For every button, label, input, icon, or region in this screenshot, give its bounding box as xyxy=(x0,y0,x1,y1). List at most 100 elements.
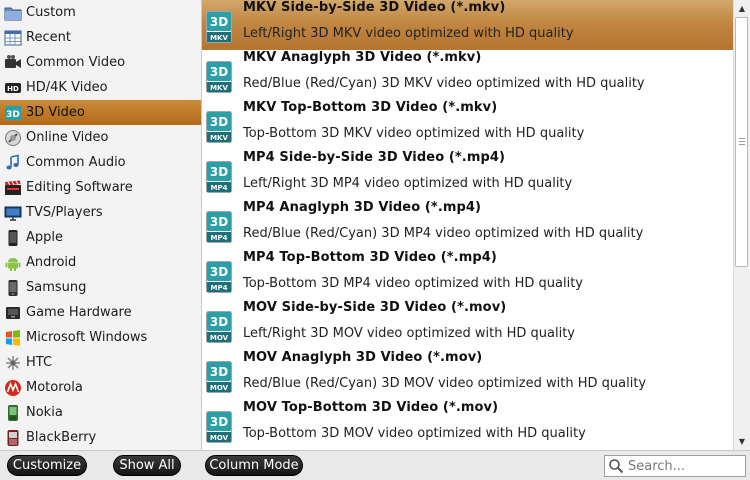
scrollbar-thumb[interactable] xyxy=(735,17,748,267)
category-item-nokia[interactable]: Nokia xyxy=(0,400,201,425)
category-label: Nokia xyxy=(26,405,63,420)
music-note-icon xyxy=(4,154,22,172)
format-title: MOV Anaglyph 3D Video (*.mov) xyxy=(243,350,483,365)
category-label: TVS/Players xyxy=(26,205,103,220)
format-description: Red/Blue (Red/Cyan) 3D MOV video optimiz… xyxy=(243,376,647,391)
windows-logo-icon xyxy=(4,329,22,347)
format-item-4[interactable]: 3D MP4 MP4 Anaglyph 3D Video (*.mp4) Red/Bl… xyxy=(202,200,733,250)
3d-mov-format-icon: 3D MOV xyxy=(206,361,232,393)
tv-icon xyxy=(4,204,22,222)
scroll-up-arrow-icon[interactable]: ▲ xyxy=(734,0,750,16)
format-description: Red/Blue (Red/Cyan) 3D MKV video optimiz… xyxy=(243,76,645,91)
category-label: HD/4K Video xyxy=(26,80,108,95)
category-label: Common Video xyxy=(26,55,126,70)
scroll-down-arrow-icon[interactable]: ▼ xyxy=(734,433,750,449)
category-item-hd-4k-video[interactable]: HD HD/4K Video xyxy=(0,75,201,100)
category-label: Game Hardware xyxy=(26,305,132,320)
column-mode-button[interactable]: Column Mode xyxy=(205,455,303,476)
format-item-2[interactable]: 3D MKV MKV Top-Bottom 3D Video (*.mkv) Top-… xyxy=(202,100,733,150)
format-description: Top-Bottom 3D MP4 video optimized with H… xyxy=(243,276,583,291)
format-title: MOV Top-Bottom 3D Video (*.mov) xyxy=(243,400,499,415)
3d-mov-format-icon: 3D MOV xyxy=(206,311,232,343)
3d-mkv-format-icon: 3D MKV xyxy=(206,11,232,43)
customize-button[interactable]: Customize xyxy=(7,455,87,476)
svg-text:3D: 3D xyxy=(210,165,228,179)
category-item-editing-software[interactable]: Editing Software xyxy=(0,175,201,200)
category-item-tvs-players[interactable]: TVS/Players xyxy=(0,200,201,225)
format-description: Left/Right 3D MKV video optimized with H… xyxy=(243,26,574,41)
category-label: Common Audio xyxy=(26,155,126,170)
svg-text:3D: 3D xyxy=(210,365,228,379)
category-label: BlackBerry xyxy=(26,430,97,445)
format-title: MKV Top-Bottom 3D Video (*.mkv) xyxy=(243,100,498,115)
category-item-microsoft-windows[interactable]: Microsoft Windows xyxy=(0,325,201,350)
category-label: HTC xyxy=(26,355,53,370)
nokia-phone-icon xyxy=(4,404,22,422)
svg-text:MOV: MOV xyxy=(210,384,229,392)
svg-text:3D: 3D xyxy=(210,215,228,229)
grip-icon xyxy=(739,138,745,147)
format-description: Red/Blue (Red/Cyan) 3D MP4 video optimiz… xyxy=(243,226,644,241)
svg-text:HD: HD xyxy=(7,85,19,93)
search-box[interactable] xyxy=(604,455,746,477)
clapperboard-icon xyxy=(4,179,22,197)
blackberry-phone-icon xyxy=(4,429,22,447)
svg-text:3D: 3D xyxy=(210,315,228,329)
3d-mp4-format-icon: 3D MP4 xyxy=(206,161,232,193)
svg-text:3D: 3D xyxy=(210,415,228,429)
format-list: 3D MKV MKV Side-by-Side 3D Video (*.mkv) Le… xyxy=(202,0,733,450)
format-description: Top-Bottom 3D MOV video optimized with H… xyxy=(243,426,586,441)
category-item-recent[interactable]: Recent xyxy=(0,25,201,50)
category-item-apple[interactable]: Apple xyxy=(0,225,201,250)
vertical-scrollbar[interactable]: ▲ ▼ xyxy=(733,0,750,450)
category-item-online-video[interactable]: Online Video xyxy=(0,125,201,150)
bottom-toolbar: Customize Show All Column Mode xyxy=(0,450,750,480)
format-title: MKV Side-by-Side 3D Video (*.mkv) xyxy=(243,0,506,15)
category-item-blackberry[interactable]: BlackBerry xyxy=(0,425,201,450)
category-item-game-hardware[interactable]: Game Hardware xyxy=(0,300,201,325)
category-label: Samsung xyxy=(26,280,87,295)
category-label: Recent xyxy=(26,30,71,45)
category-item-htc[interactable]: HTC xyxy=(0,350,201,375)
search-input[interactable] xyxy=(628,458,738,474)
format-description: Left/Right 3D MOV video optimized with H… xyxy=(243,326,576,341)
format-item-0[interactable]: 3D MKV MKV Side-by-Side 3D Video (*.mkv) Le… xyxy=(202,0,733,50)
3d-mkv-format-icon: 3D MKV xyxy=(206,111,232,143)
3d-icon: 3D xyxy=(4,104,22,122)
format-description: Left/Right 3D MP4 video optimized with H… xyxy=(243,176,573,191)
category-label: Android xyxy=(26,255,77,270)
category-label: Custom xyxy=(26,5,76,20)
svg-text:MP4: MP4 xyxy=(211,284,228,292)
category-item-common-video[interactable]: Common Video xyxy=(0,50,201,75)
search-icon xyxy=(608,458,624,474)
category-item-custom[interactable]: Custom xyxy=(0,0,201,25)
iphone-icon xyxy=(4,229,22,247)
recent-grid-icon xyxy=(4,29,22,47)
category-item-motorola[interactable]: Motorola xyxy=(0,375,201,400)
category-label: Motorola xyxy=(26,380,83,395)
category-item-android[interactable]: Android xyxy=(0,250,201,275)
category-item-3d-video[interactable]: 3D 3D Video xyxy=(0,100,201,125)
format-item-8[interactable]: 3D MOV MOV Top-Bottom 3D Video (*.mov) Top-… xyxy=(202,400,733,450)
format-item-3[interactable]: 3D MP4 MP4 Side-by-Side 3D Video (*.mp4) Le… xyxy=(202,150,733,200)
category-label: 3D Video xyxy=(26,105,85,120)
show-all-button[interactable]: Show All xyxy=(113,455,181,476)
svg-text:3D: 3D xyxy=(210,115,228,129)
format-item-5[interactable]: 3D MP4 MP4 Top-Bottom 3D Video (*.mp4) Top-… xyxy=(202,250,733,300)
format-title: MP4 Side-by-Side 3D Video (*.mp4) xyxy=(243,150,506,165)
format-item-7[interactable]: 3D MOV MOV Anaglyph 3D Video (*.mov) Red/Bl… xyxy=(202,350,733,400)
category-item-common-audio[interactable]: Common Audio xyxy=(0,150,201,175)
category-item-samsung[interactable]: Samsung xyxy=(0,275,201,300)
motorola-logo-icon xyxy=(4,379,22,397)
format-item-1[interactable]: 3D MKV MKV Anaglyph 3D Video (*.mkv) Red/Bl… xyxy=(202,50,733,100)
format-item-6[interactable]: 3D MOV MOV Side-by-Side 3D Video (*.mov) Le… xyxy=(202,300,733,350)
svg-text:MP4: MP4 xyxy=(211,184,228,192)
svg-text:MKV: MKV xyxy=(210,134,228,142)
category-label: Online Video xyxy=(26,130,109,145)
svg-text:MP4: MP4 xyxy=(211,234,228,242)
video-camera-icon xyxy=(4,54,22,72)
game-console-icon xyxy=(4,304,22,322)
svg-text:MKV: MKV xyxy=(210,84,228,92)
category-label: Microsoft Windows xyxy=(26,330,148,345)
format-title: MP4 Top-Bottom 3D Video (*.mp4) xyxy=(243,250,497,265)
